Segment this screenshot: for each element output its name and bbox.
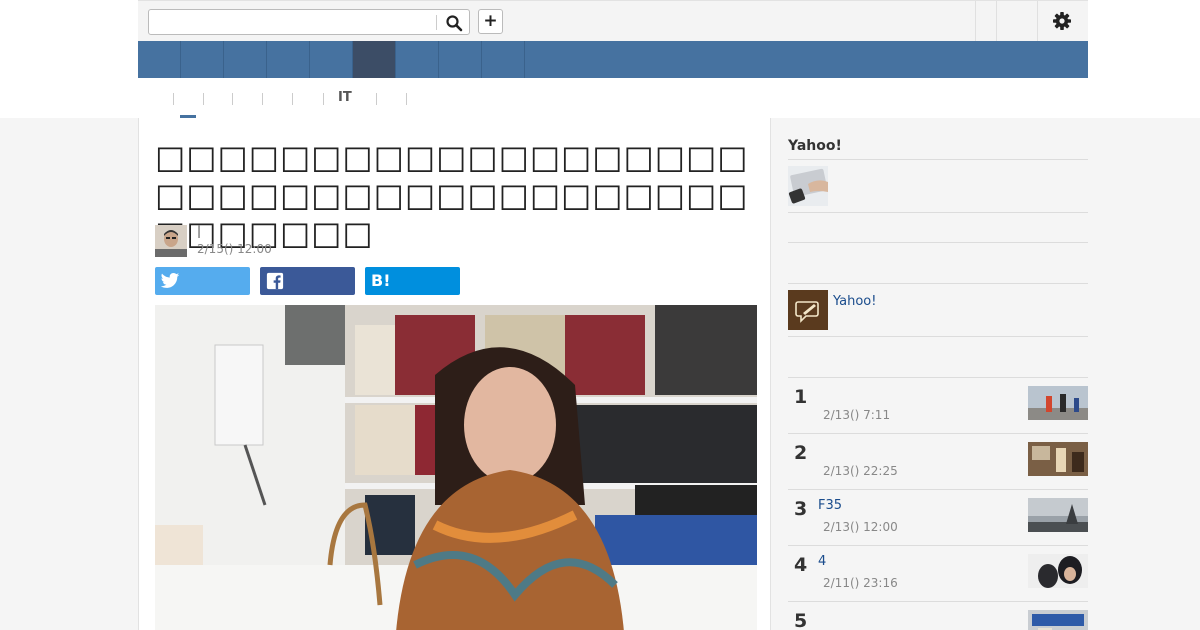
sidebar-divider [788,336,1088,337]
twitter-icon [160,273,180,288]
sidebar: Yahoo! Yahoo! 1 2/13() 7:11 2 2/13() 22:… [788,118,1088,630]
subnav-divider [376,93,377,105]
search-icon[interactable] [445,14,463,32]
ranking-item[interactable]: 2 2/13() 22:25 [788,434,1088,490]
ranking-thumbnail[interactable] [1028,386,1088,420]
nav-item[interactable] [396,41,439,78]
main-navigation [138,41,1088,78]
subnav-divider [262,93,263,105]
subnav-divider [232,93,233,105]
toolbar-divider [975,1,976,41]
ranking-date: 2/11() 23:16 [823,576,898,590]
ranking-number: 3 [794,498,808,520]
nav-item-active[interactable] [353,41,396,78]
nav-item[interactable] [224,41,267,78]
ranking-item[interactable]: 3 F35 2/13() 12:00 [788,490,1088,546]
hatena-icon: B! [371,271,391,290]
ranking-thumbnail[interactable] [1028,610,1088,630]
nav-item[interactable] [138,41,181,78]
ranking-item[interactable]: 4 4 2/11() 23:16 [788,546,1088,602]
ranking-number: 5 [794,610,808,630]
nav-item[interactable] [482,41,525,78]
hatena-bookmark-button[interactable]: B! [365,267,460,295]
article-date: 2/15() 12:00 [197,242,272,256]
ranking-date: 2/13() 7:11 [823,408,891,422]
ranking-item[interactable]: 5 [788,602,1088,630]
facebook-icon [266,272,284,290]
gear-icon[interactable] [1052,11,1072,31]
nav-item[interactable] [181,41,224,78]
twitter-share-button[interactable] [155,267,250,295]
sidebar-thumbnail[interactable] [788,166,828,206]
sub-navigation: IT [138,78,1088,118]
ranking-number: 1 [794,386,808,408]
sidebar-divider [788,283,1088,284]
ranking-thumbnail[interactable] [1028,554,1088,588]
pen-icon[interactable] [788,290,828,330]
facebook-share-button[interactable] [260,267,355,295]
ranking-number: 2 [794,442,808,464]
author-avatar[interactable] [155,225,187,257]
sidebar-divider [788,212,1088,213]
article-author: | [197,224,202,238]
ranking-date: 2/13() 12:00 [823,520,898,534]
top-toolbar: + [138,0,1088,41]
nav-item[interactable] [310,41,353,78]
search-separator [436,15,437,30]
sidebar-feature-link[interactable]: Yahoo! [833,294,876,309]
sidebar-divider [788,242,1088,243]
ranking-thumbnail[interactable] [1028,442,1088,476]
ranking-thumbnail[interactable] [1028,498,1088,532]
subnav-divider [173,93,174,105]
article-title: □□□□□□□□□□□□□□□□□□□□□□□□□□□□□□□□□□□□□□□□… [155,138,749,252]
subnav-divider [406,93,407,105]
sidebar-divider [788,159,1088,160]
add-button[interactable]: + [478,9,503,34]
article-photo[interactable] [155,305,757,630]
toolbar-divider [1037,1,1038,41]
search-input[interactable] [153,13,433,31]
subnav-divider [292,93,293,105]
toolbar-divider [996,1,997,41]
subnav-divider [203,93,204,105]
ranking-title[interactable]: F35 [818,498,842,513]
ranking-item[interactable]: 1 2/13() 7:11 [788,378,1088,434]
subnav-divider [323,93,324,105]
sidebar-heading: Yahoo! [788,138,842,154]
subnav-item-it[interactable]: IT [338,91,352,105]
nav-item[interactable] [439,41,482,78]
search-box [148,9,470,35]
ranking-date: 2/13() 22:25 [823,464,898,478]
ranking-title[interactable]: 4 [818,554,826,569]
ranking-number: 4 [794,554,808,576]
nav-item[interactable] [267,41,310,78]
article-main: □□□□□□□□□□□□□□□□□□□□□□□□□□□□□□□□□□□□□□□□… [138,118,771,630]
